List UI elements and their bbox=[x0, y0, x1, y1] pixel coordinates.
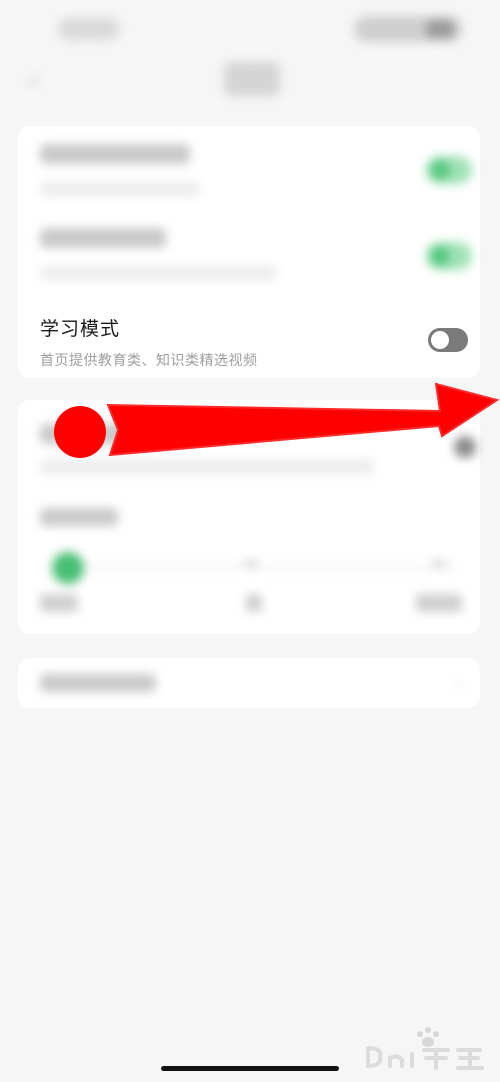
settings-screen: ‹ 学习模式 首页提供教育类、知识类精选视频 › bbox=[0, 0, 500, 1082]
setting-subtitle-placeholder bbox=[40, 266, 276, 280]
watermark-logo bbox=[366, 1027, 484, 1070]
toggle-switch-on[interactable] bbox=[426, 242, 472, 270]
link-title-placeholder bbox=[40, 674, 156, 692]
slider-label-placeholder bbox=[40, 508, 118, 526]
setting-subtitle-placeholder bbox=[40, 182, 200, 196]
status-indicators-placeholder bbox=[354, 16, 462, 42]
setting-title-placeholder bbox=[40, 424, 160, 444]
toggle-knob bbox=[431, 331, 449, 349]
chevron-right-icon: › bbox=[454, 674, 462, 695]
slider-thumb[interactable] bbox=[52, 552, 84, 584]
settings-card-primary: 学习模式 首页提供教育类、知识类精选视频 bbox=[18, 126, 480, 378]
back-button[interactable]: ‹ bbox=[22, 62, 46, 98]
setting-subtitle-placeholder bbox=[40, 460, 374, 474]
page-title-placeholder bbox=[224, 62, 280, 96]
battery-icon bbox=[426, 20, 454, 38]
status-time-placeholder bbox=[58, 18, 120, 40]
setting-title-placeholder bbox=[40, 144, 190, 164]
chevron-left-icon: ‹ bbox=[28, 62, 40, 98]
home-indicator[interactable] bbox=[161, 1066, 339, 1071]
settings-card-link[interactable]: › bbox=[18, 658, 480, 708]
slider-max-label-placeholder bbox=[416, 594, 462, 612]
slider-tick bbox=[432, 560, 446, 568]
slider-mid-label-placeholder bbox=[246, 594, 262, 612]
settings-card-secondary bbox=[18, 400, 480, 634]
learning-mode-subtitle: 首页提供教育类、知识类精选视频 bbox=[40, 353, 258, 369]
toggle-switch-on[interactable] bbox=[426, 156, 472, 184]
learning-mode-toggle[interactable] bbox=[428, 328, 468, 352]
setting-title-placeholder bbox=[40, 228, 166, 248]
setting-toggle-placeholder[interactable] bbox=[454, 436, 476, 458]
learning-mode-title: 学习模式 bbox=[40, 318, 121, 340]
slider-min-label-placeholder bbox=[40, 594, 78, 612]
slider-tick bbox=[244, 560, 258, 568]
